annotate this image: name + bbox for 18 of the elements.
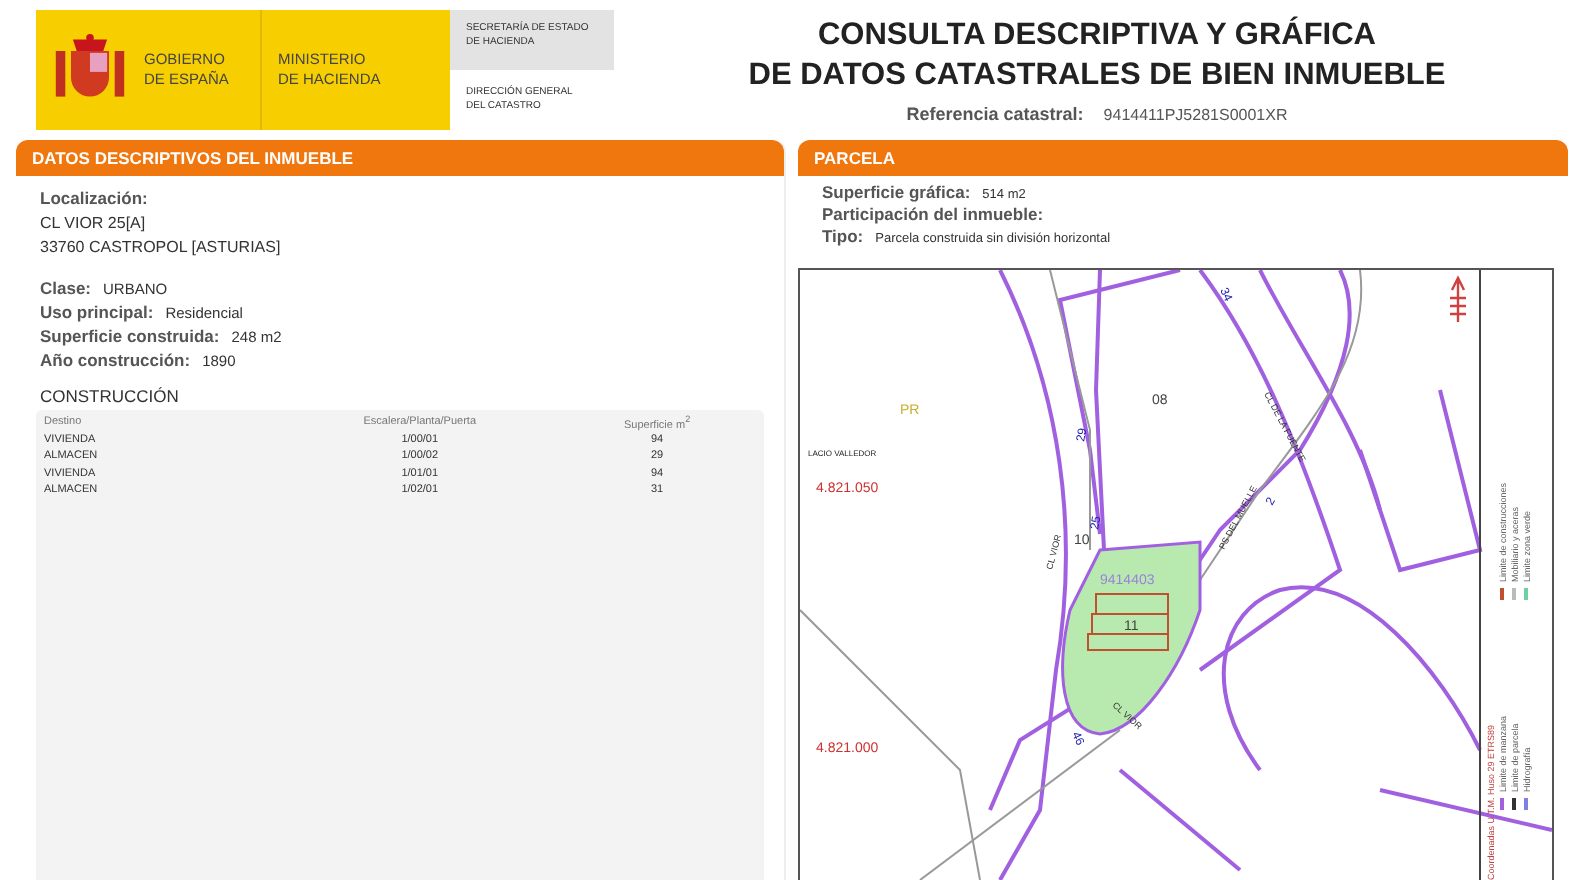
field-label: Clase: [40, 278, 92, 298]
section-header: PARCELA [798, 140, 1568, 176]
field-label: Año construcción: [40, 350, 191, 370]
field-label: Superficie gráfica: [822, 182, 971, 202]
reference-value: 9414411PJ5281S0001XR [1103, 106, 1288, 125]
north-arrow-icon [1448, 275, 1468, 324]
reference-label: Referencia catastral: [906, 104, 1084, 125]
field-label: Superficie construida: [40, 326, 220, 346]
section-header: DATOS DESCRIPTIVOS DEL INMUEBLE [16, 140, 784, 176]
construction-heading: CONSTRUCCIÓN [40, 386, 181, 406]
address-line: 33760 CASTROPOL [ASTURIAS] [40, 238, 283, 256]
document-title: CONSULTA DESCRIPTIVA Y GRÁFICA DE DATOS CATASTRALES DE BIEN INMUEBLE [746, 16, 1448, 97]
address-line: CL VIOR 25[A] [40, 214, 148, 232]
field-label: Participación del inmueble: [822, 204, 1044, 224]
field-label: Uso principal: [40, 302, 154, 322]
location-label: Localización: [40, 188, 150, 208]
field-label: Tipo: [822, 226, 864, 246]
building-outline-drawing [1087, 593, 1169, 651]
